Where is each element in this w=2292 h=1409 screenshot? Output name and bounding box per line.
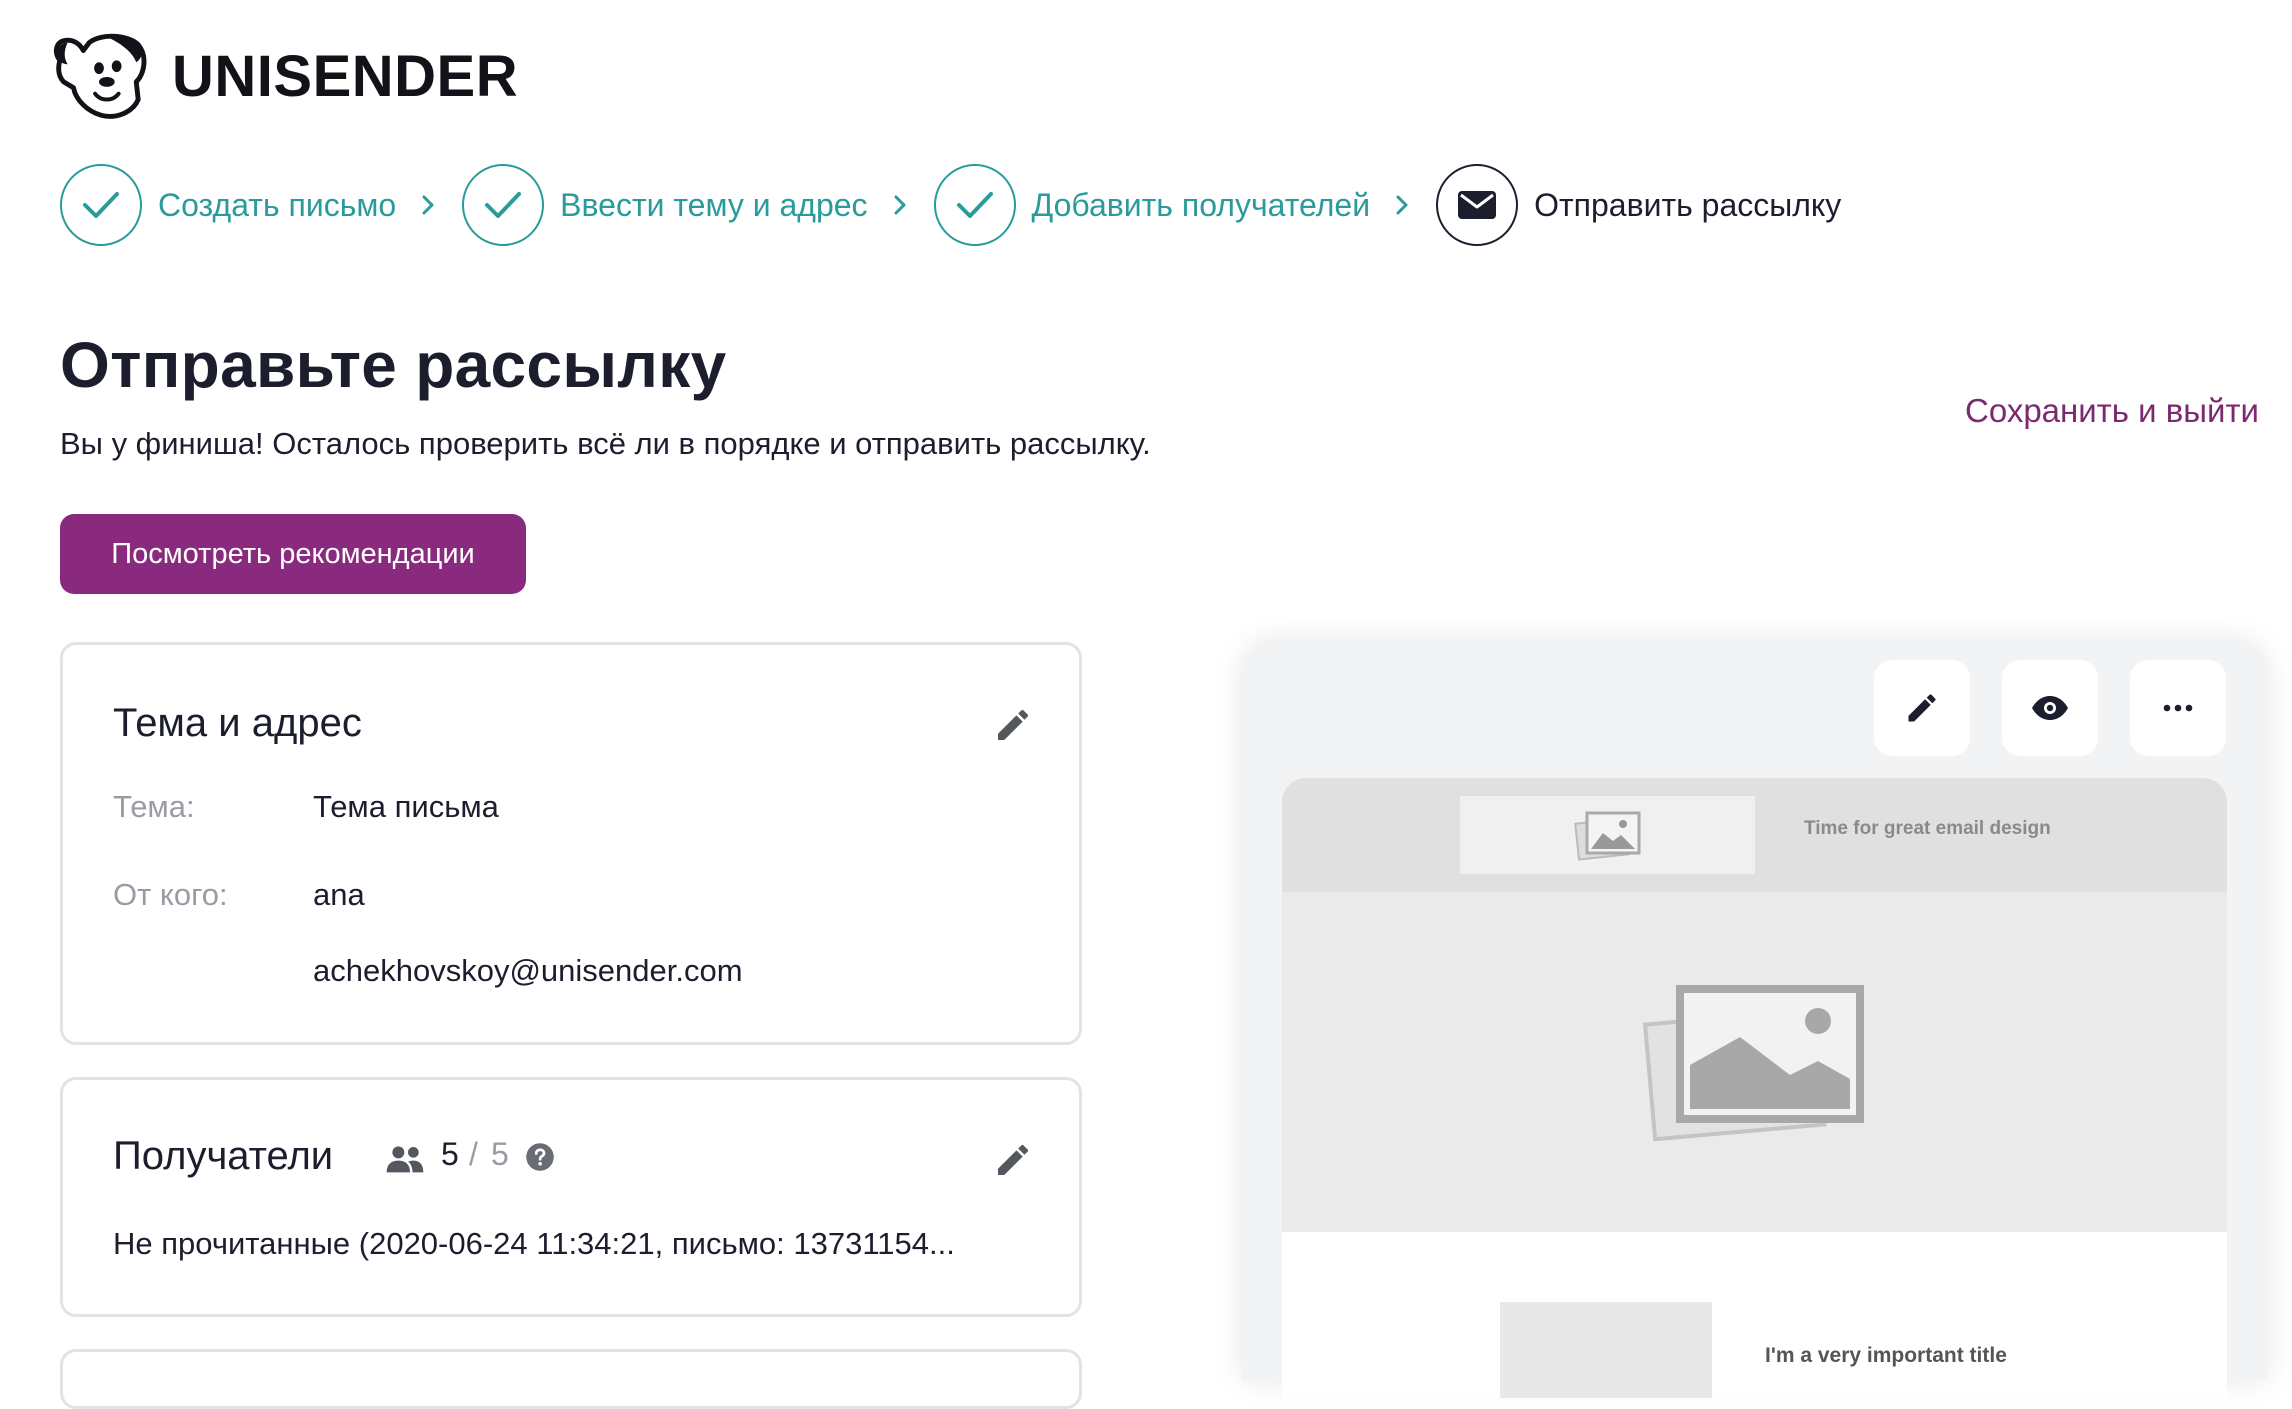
page-title: Отправьте рассылку (60, 329, 727, 401)
step-label: Отправить рассылку (1534, 186, 1842, 223)
pencil-edit-icon[interactable] (993, 1140, 1033, 1180)
subject-label: Тема: (113, 789, 195, 824)
step-label: Создать письмо (158, 186, 397, 223)
step-label: Ввести тему и адрес (560, 186, 868, 223)
step-create-letter[interactable]: Создать письмо (60, 164, 396, 246)
image-placeholder-icon (1573, 811, 1640, 861)
subject-address-card: Тема и адрес Тема: Тема письма От кого: … (60, 642, 1082, 1045)
card-title: Тема и адрес (113, 701, 362, 745)
step-current-circle (1436, 164, 1519, 246)
wizard-stepper: Создать письмо Ввести тему и адрес Добав… (60, 164, 1841, 246)
email-body-title: I'm a very important title (1765, 1344, 2007, 1367)
card-title: Получатели (113, 1134, 334, 1178)
dog-logo-icon (53, 33, 147, 119)
preview-view-button[interactable] (2002, 660, 2098, 756)
brand-name: UNISENDER (172, 43, 519, 109)
recipient-list-name: Не прочитанные (2020-06-24 11:34:21, пис… (113, 1226, 955, 1261)
chevron-right-icon (1396, 195, 1408, 215)
from-email-value: achekhovskoy@unisender.com (313, 953, 743, 988)
email-body-thumbnail (1500, 1302, 1712, 1398)
email-header-text: Time for great email design (1804, 818, 2051, 839)
pencil-icon (1908, 694, 1936, 722)
pencil-edit-icon[interactable] (993, 705, 1033, 745)
image-placeholder-icon (1642, 985, 1864, 1142)
step-done-circle (462, 164, 545, 246)
subject-value: Тема письма (313, 789, 499, 824)
more-dots-icon (2163, 704, 2193, 712)
step-done-circle (933, 164, 1016, 246)
recipients-count-separator: / (469, 1136, 478, 1172)
preview-more-button[interactable] (2130, 660, 2226, 756)
brand-logo[interactable]: UNISENDER (50, 30, 518, 122)
step-done-circle (60, 164, 142, 246)
check-icon (485, 192, 522, 218)
check-icon (956, 192, 993, 218)
check-icon (83, 192, 119, 218)
recipients-count-total: 5 (491, 1136, 509, 1172)
page-subtitle: Вы у финиша! Осталось проверить всё ли в… (60, 426, 1151, 461)
people-icon (386, 1146, 424, 1173)
envelope-icon (1458, 191, 1497, 219)
email-preview-content: Time for great email design I'm a very i… (1282, 778, 2227, 1398)
step-add-recipients[interactable]: Добавить получателей (933, 164, 1371, 246)
email-preview-panel: Time for great email design I'm a very i… (1242, 640, 2267, 1398)
chevron-right-icon (422, 195, 434, 215)
step-send-campaign[interactable]: Отправить рассылку (1436, 164, 1841, 246)
step-label: Добавить получателей (1031, 186, 1371, 223)
step-subject-address[interactable]: Ввести тему и адрес (462, 164, 868, 246)
recipients-count-current: 5 (441, 1136, 459, 1172)
chevron-right-icon (894, 195, 906, 215)
email-header: Time for great email design (1282, 778, 2227, 892)
next-card (60, 1349, 1082, 1409)
from-name-value: ana (313, 877, 365, 912)
preview-edit-button[interactable] (1874, 660, 1970, 756)
view-recommendations-button[interactable]: Посмотреть рекомендации (60, 514, 526, 594)
email-body: I'm a very important title (1282, 1232, 2227, 1398)
eye-icon (2032, 696, 2068, 720)
from-label: От кого: (113, 877, 228, 912)
recipients-card: Получатели 5 / 5 Не прочитанные (2020-06… (60, 1077, 1082, 1317)
email-hero-image (1282, 892, 2227, 1232)
save-and-exit-link[interactable]: Сохранить и выйти (1965, 392, 2259, 430)
email-logo-placeholder (1460, 796, 1755, 874)
help-icon[interactable] (525, 1142, 555, 1172)
